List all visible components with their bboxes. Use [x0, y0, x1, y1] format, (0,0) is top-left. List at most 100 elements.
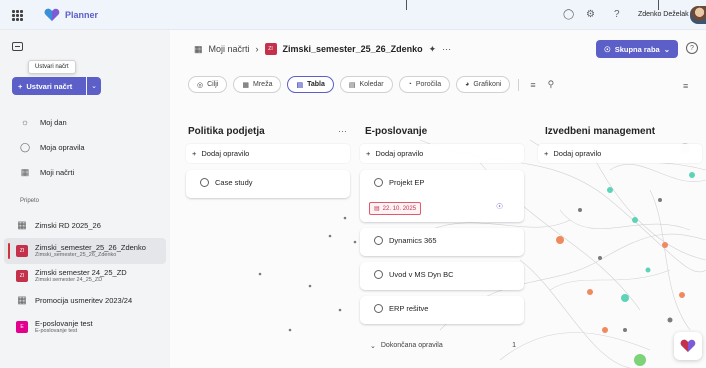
sidebar-plan-item[interactable]: ▦ Promocija usmeritev 2023/24	[4, 288, 166, 314]
share-label: Skupna raba	[614, 44, 660, 54]
plan-title: Zimski semester 24_25_ZD	[35, 267, 127, 277]
add-task-button[interactable]: + Dodaj opravilo	[186, 144, 350, 163]
tab-label: Grafikoni	[473, 81, 502, 88]
page-title[interactable]: Zimski_semester_25_26_Zdenko	[283, 44, 423, 54]
chevron-down-icon: ⌄	[370, 342, 376, 350]
plus-icon: +	[192, 149, 197, 158]
avatar[interactable]	[690, 6, 706, 24]
sidebar-plan-item-selected[interactable]: ZI Zimski_semester_25_26_Zdenko Zimski_s…	[4, 238, 166, 264]
tab-board[interactable]: ▤ Tabla	[287, 76, 334, 93]
nav-item-my-day[interactable]: ☼ Moj dan	[0, 112, 170, 132]
plan-subtitle: E-poslovanje test	[35, 328, 78, 335]
task-title: Uvod v MS Dyn BC	[389, 270, 454, 279]
sidebar: Ustvari načrt + Ustvari načrt ⌄ ☼ Moj da…	[0, 30, 170, 368]
create-plan-label: Ustvari načrt	[26, 81, 73, 91]
task-card[interactable]: Dynamics 365	[360, 228, 524, 256]
plan-badge: ZI	[16, 245, 28, 257]
assign-icon[interactable]: ☉	[496, 202, 503, 211]
task-card[interactable]: Projekt EP ▤ 22. 10. 2025 ☉	[360, 170, 524, 222]
selected-indicator	[8, 243, 10, 259]
tab-label: Poročila	[415, 81, 442, 88]
due-date: 22. 10. 2025	[382, 205, 417, 212]
nav-item-my-tasks[interactable]: ◯ Moja opravila	[0, 137, 170, 157]
list-view-icon[interactable]: ≡	[683, 81, 688, 91]
add-task-label: Dodaj opravilo	[553, 149, 602, 158]
complete-checkbox[interactable]	[374, 178, 383, 187]
sidebar-toggle-icon[interactable]	[12, 42, 23, 51]
plan-grid-icon: ▦	[17, 220, 27, 231]
top-bar: Planner ◯ ⚙ ? Zdenko Deželak	[0, 0, 706, 30]
tab-label: Mreža	[253, 81, 273, 88]
complete-checkbox[interactable]	[200, 178, 209, 187]
more-icon[interactable]: ···	[442, 44, 451, 54]
main-content: ▦ Moji načrti › ZI Zimski_semester_25_26…	[170, 30, 706, 368]
add-task-button[interactable]: + Dodaj opravilo	[360, 144, 524, 163]
settings-icon[interactable]: ⚙	[586, 9, 595, 20]
divider	[658, 0, 659, 10]
share-people-icon[interactable]: ◯	[563, 9, 574, 20]
complete-checkbox[interactable]	[374, 304, 383, 313]
plan-subtitle: Zimski_semester_25_26_Zdenko	[35, 252, 117, 259]
bucket-title[interactable]: E-poslovanje	[365, 126, 427, 137]
tab-label: Tabla	[307, 81, 325, 88]
sidebar-plan-item[interactable]: ZI Zimski semester 24_25_ZD Zimski semes…	[4, 263, 166, 289]
plus-icon: +	[18, 81, 23, 91]
completed-count: 1	[512, 342, 516, 349]
sidebar-plan-item[interactable]: E E-poslovanje test E-poslovanje test	[4, 314, 166, 340]
tab-goals[interactable]: ◎ Cilji	[188, 76, 228, 93]
breadcrumb: ▦ Moji načrti › ZI Zimski_semester_25_26…	[194, 43, 451, 55]
plan-title: Zimski RD 2025_26	[35, 220, 101, 230]
bucket-title[interactable]: Politika podjetja	[188, 126, 265, 137]
complete-checkbox[interactable]	[374, 236, 383, 245]
waffle-icon[interactable]	[12, 10, 23, 21]
completed-label: Dokončana opravila	[380, 342, 443, 349]
plan-badge: E	[16, 321, 28, 333]
task-card[interactable]: ERP rešitve	[360, 296, 524, 324]
check-circle-icon: ◯	[20, 141, 31, 152]
due-date-badge[interactable]: ▤ 22. 10. 2025	[369, 202, 422, 215]
goal-icon: ◎	[197, 81, 204, 89]
plus-icon: +	[366, 149, 371, 158]
tab-grid[interactable]: ▦ Mreža	[233, 76, 282, 93]
task-title: Projekt EP	[389, 178, 425, 187]
tab-charts[interactable]: ◕ Grafikoni	[456, 76, 511, 93]
app-name: Planner	[65, 10, 99, 20]
tab-reports[interactable]: ◔ Poročila	[398, 76, 451, 93]
sun-icon: ☼	[20, 117, 30, 127]
copilot-button[interactable]	[674, 332, 702, 360]
complete-checkbox[interactable]	[374, 270, 383, 279]
tab-calendar[interactable]: ▤ Koledar	[339, 76, 393, 93]
grid-icon: ▦	[20, 166, 30, 177]
plan-title: E-poslovanje test	[35, 318, 93, 328]
share-button[interactable]: ☉ Skupna raba ⌄	[596, 40, 678, 58]
task-card[interactable]: Uvod v MS Dyn BC	[360, 262, 524, 290]
add-task-label: Dodaj opravilo	[375, 149, 424, 158]
create-plan-button[interactable]: + Ustvari načrt	[12, 77, 86, 95]
calendar-icon: ▤	[348, 81, 356, 89]
filter-icon[interactable]: ≡	[527, 80, 538, 90]
nav-item-my-plans[interactable]: ▦ Moji načrti	[0, 162, 170, 182]
breadcrumb-root[interactable]: Moji načrti	[209, 44, 250, 54]
search-icon[interactable]: ⚲	[545, 79, 558, 90]
pin-icon[interactable]: ✦	[429, 44, 437, 55]
tab-label: Koledar	[359, 81, 384, 88]
help-icon[interactable]: ?	[614, 9, 620, 20]
create-plan-dropdown[interactable]: ⌄	[87, 77, 101, 95]
user-name[interactable]: Zdenko Deželak	[638, 11, 689, 18]
bucket-title[interactable]: Izvedbeni management	[545, 126, 655, 137]
tooltip: Ustvari načrt	[28, 60, 76, 74]
divider	[518, 78, 520, 91]
section-pinned: Pripeto	[20, 198, 40, 204]
completed-tasks-toggle[interactable]: ⌄ Dokončana opravila 1	[360, 336, 524, 355]
add-task-button[interactable]: + Dodaj opravilo	[538, 144, 702, 163]
nav-label: Moji načrti	[40, 167, 75, 177]
help-icon[interactable]: ?	[686, 42, 698, 54]
planner-logo-icon	[680, 339, 696, 352]
grid-icon: ▦	[194, 43, 203, 54]
task-card[interactable]: Case study	[186, 170, 350, 198]
more-icon[interactable]: ···	[338, 126, 347, 136]
sidebar-plan-item[interactable]: ▦ Zimski RD 2025_26	[4, 213, 166, 239]
people-icon: ☉	[603, 44, 611, 54]
plan-subtitle: Zimski semester 24_25_ZD	[35, 277, 103, 284]
board-icon: ▤	[296, 81, 304, 89]
